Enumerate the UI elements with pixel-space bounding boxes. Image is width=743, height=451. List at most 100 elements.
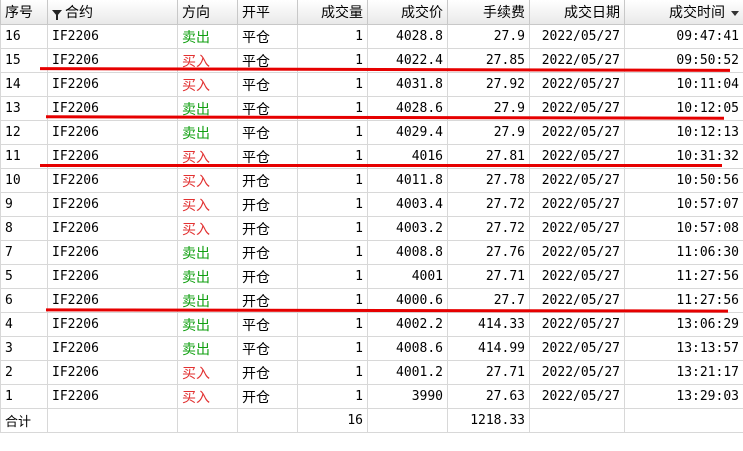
cell-contract: IF2206	[47, 240, 178, 265]
filter-icon[interactable]	[52, 10, 62, 20]
total-cell-empty	[367, 408, 448, 433]
header-price[interactable]: 成交价	[367, 0, 448, 25]
table-row[interactable]: 1 IF2206 买入 开仓 1 3990 27.63 2022/05/27 13:29:03	[0, 384, 743, 409]
cell-open-close: 开仓	[237, 192, 298, 217]
cell-qty: 1	[297, 120, 368, 145]
cell-date: 2022/05/27	[529, 336, 625, 361]
cell-open-close: 平仓	[237, 312, 298, 337]
header-fee[interactable]: 手续费	[447, 0, 530, 25]
cell-fee: 27.63	[447, 384, 530, 409]
header-direction[interactable]: 方向	[177, 0, 238, 25]
table-row[interactable]: 14 IF2206 买入 平仓 1 4031.8 27.92 2022/05/27 10:11:…	[0, 72, 743, 97]
table-row[interactable]: 8 IF2206 买入 开仓 1 4003.2 27.72 2022/05/27 10:57:0…	[0, 216, 743, 241]
header-open-close-label: 开平	[242, 5, 270, 21]
cell-direction: 买入	[177, 216, 238, 241]
total-label: 合计	[0, 408, 48, 433]
total-cell-empty	[47, 408, 178, 433]
cell-date: 2022/05/27	[529, 312, 625, 337]
table-row[interactable]: 5 IF2206 卖出 开仓 1 4001 27.71 2022/05/27 11:27:56	[0, 264, 743, 289]
cell-date: 2022/05/27	[529, 120, 625, 145]
cell-fee: 27.92	[447, 72, 530, 97]
cell-seq: 16	[0, 24, 48, 49]
header-qty-label: 成交量	[321, 5, 363, 21]
table-row[interactable]: 7 IF2206 卖出 开仓 1 4008.8 27.76 2022/05/27 11:06:3…	[0, 240, 743, 265]
cell-price: 4003.4	[367, 192, 448, 217]
cell-seq: 9	[0, 192, 48, 217]
table-row[interactable]: 10 IF2206 买入 开仓 1 4011.8 27.78 2022/05/27 10:50:…	[0, 168, 743, 193]
cell-seq: 6	[0, 288, 48, 313]
header-open-close[interactable]: 开平	[237, 0, 298, 25]
cell-qty: 1	[297, 312, 368, 337]
cell-fee: 27.9	[447, 120, 530, 145]
cell-seq: 10	[0, 168, 48, 193]
cell-fee: 414.33	[447, 312, 530, 337]
total-cell-empty	[624, 408, 743, 433]
cell-date: 2022/05/27	[529, 384, 625, 409]
header-time[interactable]: 成交时间	[624, 0, 743, 25]
table-row[interactable]: 9 IF2206 买入 开仓 1 4003.4 27.72 2022/05/27 10:57:0…	[0, 192, 743, 217]
cell-price: 4029.4	[367, 120, 448, 145]
cell-direction: 卖出	[177, 24, 238, 49]
cell-open-close: 开仓	[237, 384, 298, 409]
cell-seq: 1	[0, 384, 48, 409]
cell-direction: 买入	[177, 168, 238, 193]
header-fee-label: 手续费	[483, 5, 525, 21]
cell-seq: 5	[0, 264, 48, 289]
cell-seq: 7	[0, 240, 48, 265]
table-body: 16 IF2206 卖出 平仓 1 4028.8 27.9 2022/05/27 09:47:4…	[0, 24, 743, 409]
table-row[interactable]: 12 IF2206 卖出 平仓 1 4029.4 27.9 2022/05/27 10:12:1…	[0, 120, 743, 145]
cell-date: 2022/05/27	[529, 216, 625, 241]
cell-price: 3990	[367, 384, 448, 409]
header-row: 序号 合约 方向 开平 成交量 成交价 手续费 成交日期 成交时间	[0, 0, 743, 25]
cell-open-close: 平仓	[237, 24, 298, 49]
cell-seq: 14	[0, 72, 48, 97]
cell-qty: 1	[297, 168, 368, 193]
header-date-label: 成交日期	[564, 5, 620, 21]
cell-seq: 13	[0, 96, 48, 121]
cell-qty: 1	[297, 192, 368, 217]
sort-desc-icon[interactable]	[731, 10, 739, 16]
header-price-label: 成交价	[401, 5, 443, 21]
cell-fee: 414.99	[447, 336, 530, 361]
cell-fee: 27.71	[447, 264, 530, 289]
cell-contract: IF2206	[47, 336, 178, 361]
cell-seq: 3	[0, 336, 48, 361]
header-date[interactable]: 成交日期	[529, 0, 625, 25]
header-seq[interactable]: 序号	[0, 0, 48, 25]
table-row[interactable]: 4 IF2206 卖出 平仓 1 4002.2 414.33 2022/05/27 13:06:…	[0, 312, 743, 337]
table-row[interactable]: 16 IF2206 卖出 平仓 1 4028.8 27.9 2022/05/27 09:47:4…	[0, 24, 743, 49]
cell-time: 13:13:57	[624, 336, 743, 361]
total-cell-empty	[529, 408, 625, 433]
cell-date: 2022/05/27	[529, 192, 625, 217]
table-row[interactable]: 2 IF2206 买入 开仓 1 4001.2 27.71 2022/05/27 13:21:1…	[0, 360, 743, 385]
total-qty: 16	[297, 408, 368, 433]
cell-open-close: 开仓	[237, 360, 298, 385]
cell-price: 4011.8	[367, 168, 448, 193]
cell-price: 4002.2	[367, 312, 448, 337]
cell-seq: 4	[0, 312, 48, 337]
cell-qty: 1	[297, 72, 368, 97]
cell-seq: 2	[0, 360, 48, 385]
cell-price: 4031.8	[367, 72, 448, 97]
cell-price: 4008.6	[367, 336, 448, 361]
cell-open-close: 平仓	[237, 120, 298, 145]
cell-seq: 12	[0, 120, 48, 145]
cell-time: 10:12:13	[624, 120, 743, 145]
cell-price: 4003.2	[367, 216, 448, 241]
table-row[interactable]: 3 IF2206 卖出 平仓 1 4008.6 414.99 2022/05/27 13:13:…	[0, 336, 743, 361]
cell-open-close: 开仓	[237, 264, 298, 289]
header-time-label: 成交时间	[669, 5, 725, 21]
cell-qty: 1	[297, 24, 368, 49]
header-direction-label: 方向	[182, 5, 210, 21]
cell-direction: 卖出	[177, 240, 238, 265]
cell-price: 4008.8	[367, 240, 448, 265]
cell-date: 2022/05/27	[529, 360, 625, 385]
annotation-line	[40, 164, 722, 167]
cell-direction: 卖出	[177, 264, 238, 289]
cell-direction: 卖出	[177, 336, 238, 361]
cell-contract: IF2206	[47, 264, 178, 289]
header-contract[interactable]: 合约	[47, 0, 178, 25]
header-qty[interactable]: 成交量	[297, 0, 368, 25]
cell-qty: 1	[297, 360, 368, 385]
total-fee: 1218.33	[447, 408, 530, 433]
